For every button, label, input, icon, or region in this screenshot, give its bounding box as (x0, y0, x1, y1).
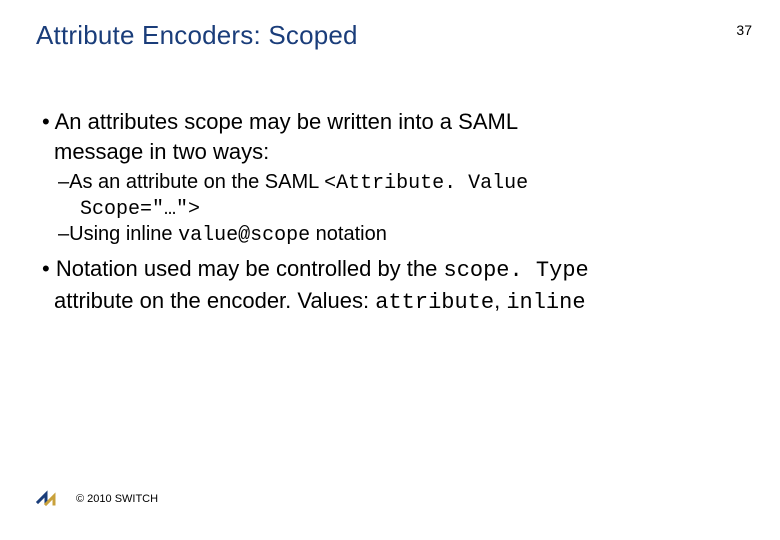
sub-bullet-1-cont: Scope="…"> (36, 196, 752, 222)
sub1-code-1: <Attribute. Value (324, 172, 528, 195)
b2-code-1: scope. Type (444, 258, 589, 283)
sub1-text: –As an attribute on the SAML (58, 171, 324, 193)
slide-header: Attribute Encoders: Scoped 37 (36, 20, 752, 51)
bullet-1-line2: message in two ways: (36, 139, 752, 165)
bullet-2-line1: • Notation used may be controlled by the… (36, 256, 752, 284)
b2-mid: attribute on the encoder. Values: (54, 288, 375, 313)
sub2-code: value@scope (178, 224, 310, 247)
slide-title: Attribute Encoders: Scoped (36, 20, 358, 51)
b2-comma: , (494, 288, 506, 313)
sub-list: –As an attribute on the SAML <Attribute.… (36, 170, 752, 248)
b2-lead: • Notation used may be controlled by the (42, 256, 444, 281)
b2-code-2: attribute (375, 290, 494, 315)
sub2-tail: notation (310, 223, 387, 245)
slide-footer: © 2010 SWITCH (36, 488, 158, 510)
bullet-2-line2: attribute on the encoder. Values: attrib… (36, 288, 752, 316)
page-number: 37 (736, 20, 752, 38)
copyright-text: © 2010 SWITCH (76, 493, 158, 505)
bullet-1-line1: • An attributes scope may be written int… (36, 109, 752, 135)
b2-code-3: inline (506, 290, 585, 315)
sub-bullet-2: –Using inline value@scope notation (36, 222, 752, 248)
sub2-text: –Using inline (58, 223, 178, 245)
slide-content: • An attributes scope may be written int… (36, 109, 752, 317)
slide: Attribute Encoders: Scoped 37 • An attri… (0, 0, 780, 540)
sub-bullet-1: –As an attribute on the SAML <Attribute.… (36, 170, 752, 196)
switch-logo-icon (36, 488, 64, 510)
sub1-code-2: Scope="…"> (80, 198, 200, 221)
